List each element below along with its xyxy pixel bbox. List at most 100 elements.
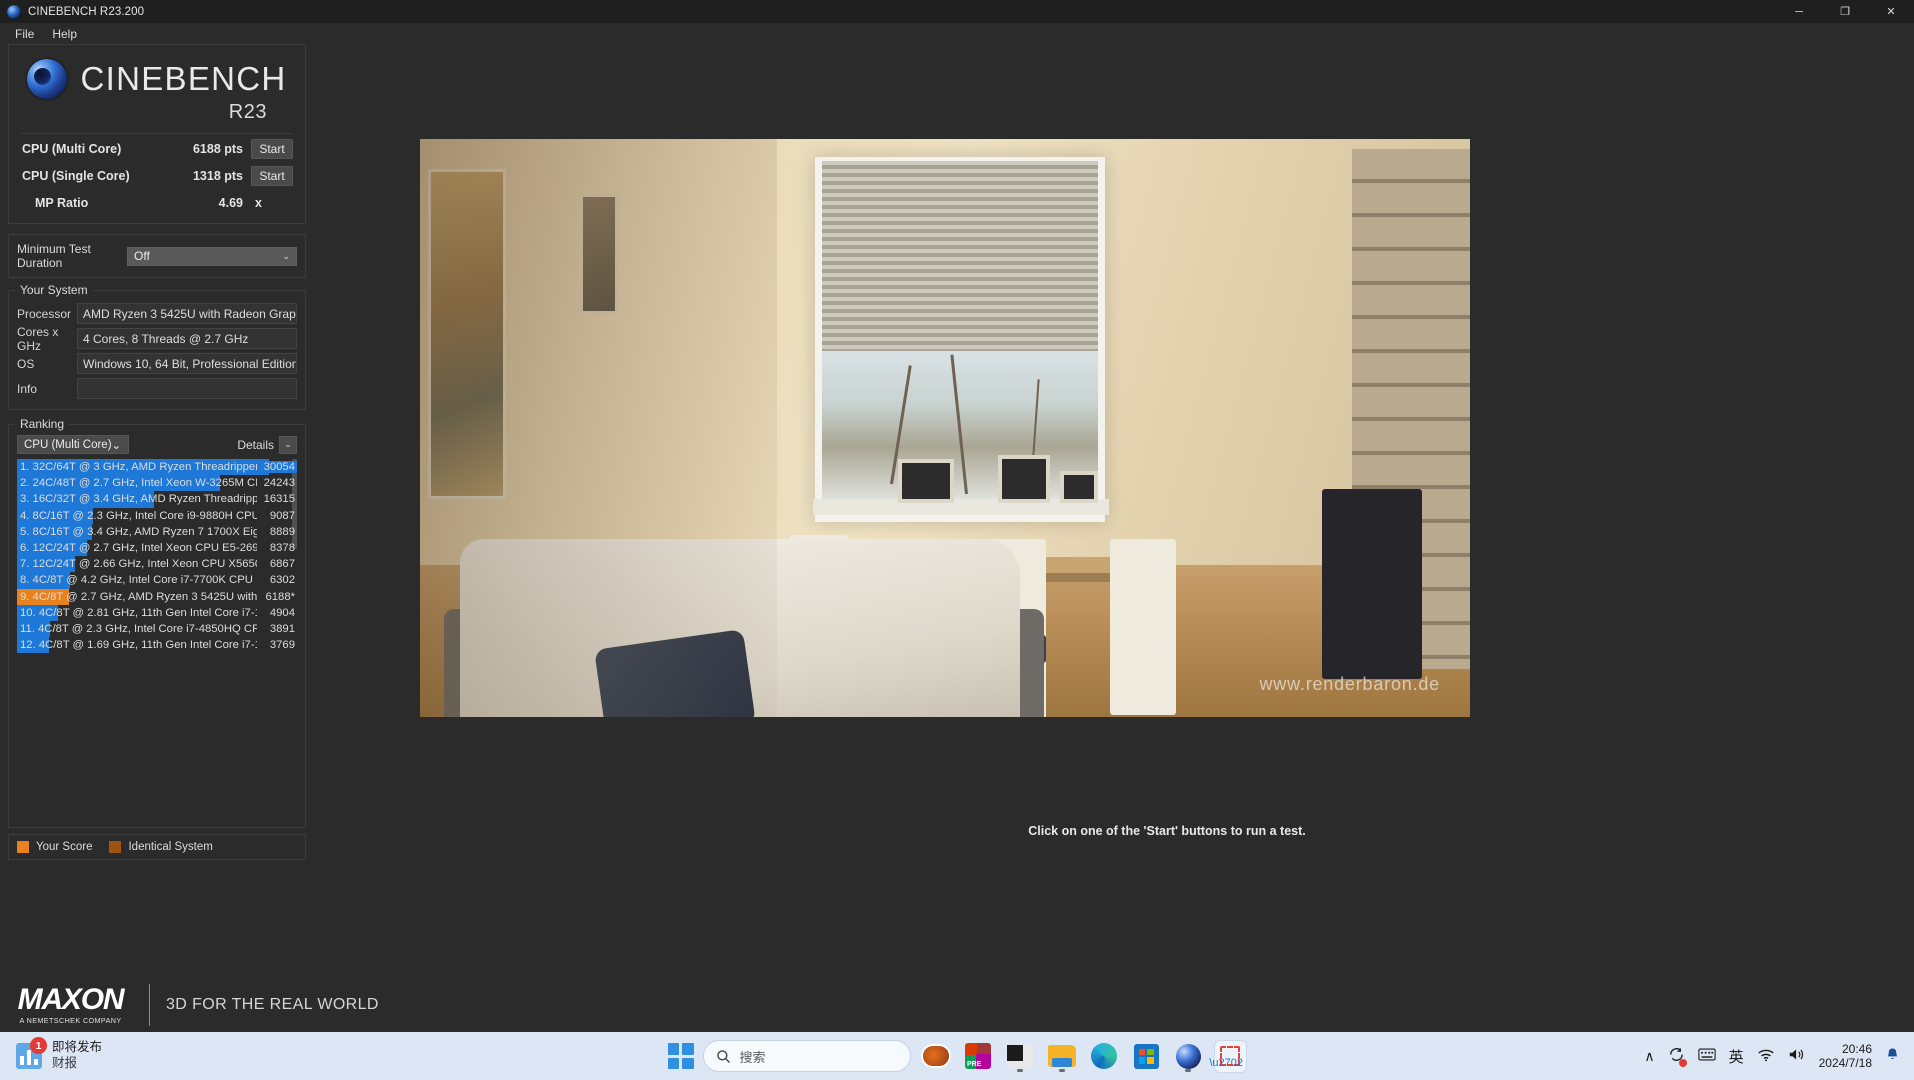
- window-titlebar: CINEBENCH R23.200 ─ ❐ ✕: [0, 0, 1914, 23]
- legend-label-your-score: Your Score: [36, 841, 93, 853]
- search-input[interactable]: 搜索: [702, 1040, 911, 1072]
- ranking-row[interactable]: 7. 12C/24T @ 2.66 GHz, Intel Xeon CPU X5…: [17, 556, 297, 573]
- ranking-row-score: 8378: [269, 542, 295, 555]
- your-system-group: Your System Processor AMD Ryzen 3 5425U …: [8, 283, 306, 410]
- system-row-processor: Processor AMD Ryzen 3 5425U with Radeon …: [17, 301, 297, 326]
- cinebench-orb-icon: [27, 59, 68, 99]
- taskbar-notification[interactable]: 1 即将发布 财报: [0, 1037, 300, 1071]
- ranking-row-score: 8889: [269, 525, 295, 538]
- menu-item-help[interactable]: Help: [43, 25, 86, 43]
- system-row-cores: Cores x GHz 4 Cores, 8 Threads @ 2.7 GHz: [17, 325, 297, 353]
- keyboard-icon[interactable]: [1697, 1048, 1716, 1064]
- ranking-row[interactable]: 8. 4C/8T @ 4.2 GHz, Intel Core i7-7700K …: [17, 572, 297, 589]
- sync-error-icon[interactable]: [1668, 1046, 1687, 1067]
- ranking-row-score: 30054: [256, 461, 297, 474]
- microsoft-store-icon[interactable]: [1130, 1040, 1163, 1073]
- cinema4d-icon[interactable]: [1172, 1040, 1205, 1073]
- snipping-tool-icon[interactable]: \u2702: [1209, 1039, 1247, 1073]
- ranking-row[interactable]: 12. 4C/8T @ 1.69 GHz, 11th Gen Intel Cor…: [17, 637, 297, 654]
- notification-title: 即将发布: [52, 1040, 103, 1055]
- windows-start-icon[interactable]: [667, 1043, 694, 1069]
- system-label-os: OS: [17, 356, 35, 371]
- ranking-row-score: 16315: [263, 493, 295, 506]
- file-explorer-icon[interactable]: [1046, 1040, 1079, 1073]
- ranking-row-score: 6867: [269, 558, 295, 571]
- ranking-row[interactable]: 6. 12C/24T @ 2.7 GHz, Intel Xeon CPU E5-…: [17, 539, 297, 557]
- ranking-legend: Your Score Identical System: [8, 834, 306, 860]
- system-value-info[interactable]: [77, 378, 297, 399]
- ranking-row-score: 6188*: [265, 590, 295, 603]
- ranking-mode-select[interactable]: CPU (Multi Core) ⌄: [17, 435, 129, 454]
- ranking-row[interactable]: 2. 24C/48T @ 2.7 GHz, Intel Xeon W-3265M…: [17, 475, 297, 492]
- widgets-weather-icon[interactable]: [920, 1040, 953, 1073]
- start-button-multi-core[interactable]: Start: [251, 139, 293, 159]
- score-value-multi-core: 6188 pts: [192, 142, 243, 156]
- min-test-duration-label: Minimum Test Duration: [17, 242, 91, 270]
- mp-ratio-label: MP Ratio: [35, 196, 89, 210]
- ranking-row-label: 4. 8C/16T @ 2.3 GHz, Intel Core i9-9880H…: [20, 509, 257, 522]
- chart-icon: 1: [16, 1037, 47, 1069]
- system-row-os: OS Windows 10, 64 Bit, Professional Edit…: [17, 351, 297, 376]
- ranking-row[interactable]: 5. 8C/16T @ 3.4 GHz, AMD Ryzen 7 1700X E…: [17, 523, 297, 540]
- ranking-row-score: 4904: [269, 606, 295, 619]
- window-title: CINEBENCH R23.200: [28, 5, 145, 18]
- search-icon: [716, 1049, 730, 1063]
- score-row-mp-ratio: MP Ratio 4.69 x: [19, 191, 295, 215]
- ranking-list[interactable]: 1. 32C/64T @ 3 GHz, AMD Ryzen Threadripp…: [17, 459, 297, 821]
- scene-window-blinds: [822, 161, 1098, 351]
- brand-name: CINEBENCH: [80, 60, 287, 97]
- notification-bell-icon[interactable]: [1885, 1047, 1900, 1066]
- divider: [21, 133, 293, 134]
- details-label[interactable]: Details: [237, 438, 274, 452]
- min-test-duration-group: Minimum Test Duration Off ⌄: [8, 234, 306, 278]
- chevron-up-icon[interactable]: ∧: [1644, 1048, 1654, 1065]
- ranking-row[interactable]: 1. 32C/64T @ 3 GHz, AMD Ryzen Threadripp…: [17, 459, 297, 476]
- start-button-single-core[interactable]: Start: [251, 166, 293, 186]
- legend-swatch-identical-system: [109, 841, 122, 853]
- clock-time: 20:46: [1841, 1041, 1872, 1056]
- wifi-icon[interactable]: [1757, 1048, 1775, 1065]
- close-button[interactable]: ✕: [1868, 0, 1914, 23]
- taskbar-clock[interactable]: 20:46 2024/7/18: [1819, 1042, 1872, 1071]
- ranking-row[interactable]: 11. 4C/8T @ 2.3 GHz, Intel Core i7-4850H…: [17, 620, 297, 638]
- maxon-logo: MAXON A NEMETSCHEK COMPANY: [8, 985, 133, 1026]
- system-value-processor: AMD Ryzen 3 5425U with Radeon Graphics: [77, 303, 297, 324]
- ime-english-icon[interactable]: 英: [1729, 1046, 1744, 1067]
- ranking-row-label: 11. 4C/8T @ 2.3 GHz, Intel Core i7-4850H…: [20, 622, 257, 635]
- scene-speaker: [1322, 489, 1422, 679]
- volume-icon[interactable]: [1788, 1047, 1806, 1065]
- maxon-tagline: 3D FOR THE REAL WORLD: [166, 996, 379, 1013]
- minimize-button[interactable]: ─: [1776, 0, 1822, 23]
- ranking-title: Ranking: [15, 417, 70, 431]
- notification-badge: 1: [30, 1037, 47, 1054]
- window-controls: ─ ❐ ✕: [1776, 0, 1914, 23]
- microsoft-edge-icon[interactable]: [1088, 1040, 1121, 1073]
- maximize-button[interactable]: ❐: [1822, 0, 1868, 23]
- legend-swatch-your-score: [17, 841, 29, 853]
- ranking-row-label: 8. 4C/8T @ 4.2 GHz, Intel Core i7-7700K …: [20, 574, 253, 587]
- render-viewport[interactable]: www.renderbaron.de: [420, 139, 1470, 717]
- ranking-row[interactable]: 3. 16C/32T @ 3.4 GHz, AMD Ryzen Threadri…: [17, 491, 297, 508]
- ranking-row-label: 5. 8C/16T @ 3.4 GHz, AMD Ryzen 7 1700X E…: [20, 525, 257, 538]
- ranking-row[interactable]: 10. 4C/8T @ 2.81 GHz, 11th Gen Intel Cor…: [17, 604, 297, 621]
- system-label-info: Info: [17, 381, 38, 396]
- clock-date: 2024/7/18: [1818, 1056, 1872, 1070]
- min-test-duration-select[interactable]: Off ⌄: [127, 246, 297, 266]
- min-test-duration-value: Off: [134, 249, 150, 263]
- details-dropdown-button[interactable]: ⌄: [279, 435, 297, 454]
- search-placeholder: 搜索: [739, 1049, 766, 1065]
- ranking-row-label: 3. 16C/32T @ 3.4 GHz, AMD Ryzen Threadri…: [20, 493, 257, 506]
- microsoft-365-pre-icon[interactable]: PRE: [962, 1040, 995, 1073]
- file-explorer-dark-icon[interactable]: [1004, 1040, 1037, 1073]
- ranking-row-label: 10. 4C/8T @ 2.81 GHz, 11th Gen Intel Cor…: [20, 606, 257, 619]
- menu-item-file[interactable]: File: [6, 25, 43, 43]
- ranking-row-label: 6. 12C/24T @ 2.7 GHz, Intel Xeon CPU E5-…: [20, 542, 257, 555]
- brand-version: R23: [228, 101, 267, 123]
- score-row-single-core: CPU (Single Core) 1318 pts Start: [19, 164, 295, 188]
- ranking-row[interactable]: 9. 4C/8T @ 2.7 GHz, AMD Ryzen 3 5425U wi…: [17, 588, 297, 605]
- ranking-row-score: 24243: [263, 477, 295, 490]
- ranking-group: Ranking CPU (Multi Core) ⌄ Details ⌄ 1. …: [8, 417, 306, 828]
- render-watermark: www.renderbaron.de: [1259, 674, 1440, 694]
- windows-taskbar: 1 即将发布 财报 搜索 PRE \u2702 ∧ 英 20:46 2024/7…: [0, 1032, 1914, 1080]
- ranking-row[interactable]: 4. 8C/16T @ 2.3 GHz, Intel Core i9-9880H…: [17, 507, 297, 524]
